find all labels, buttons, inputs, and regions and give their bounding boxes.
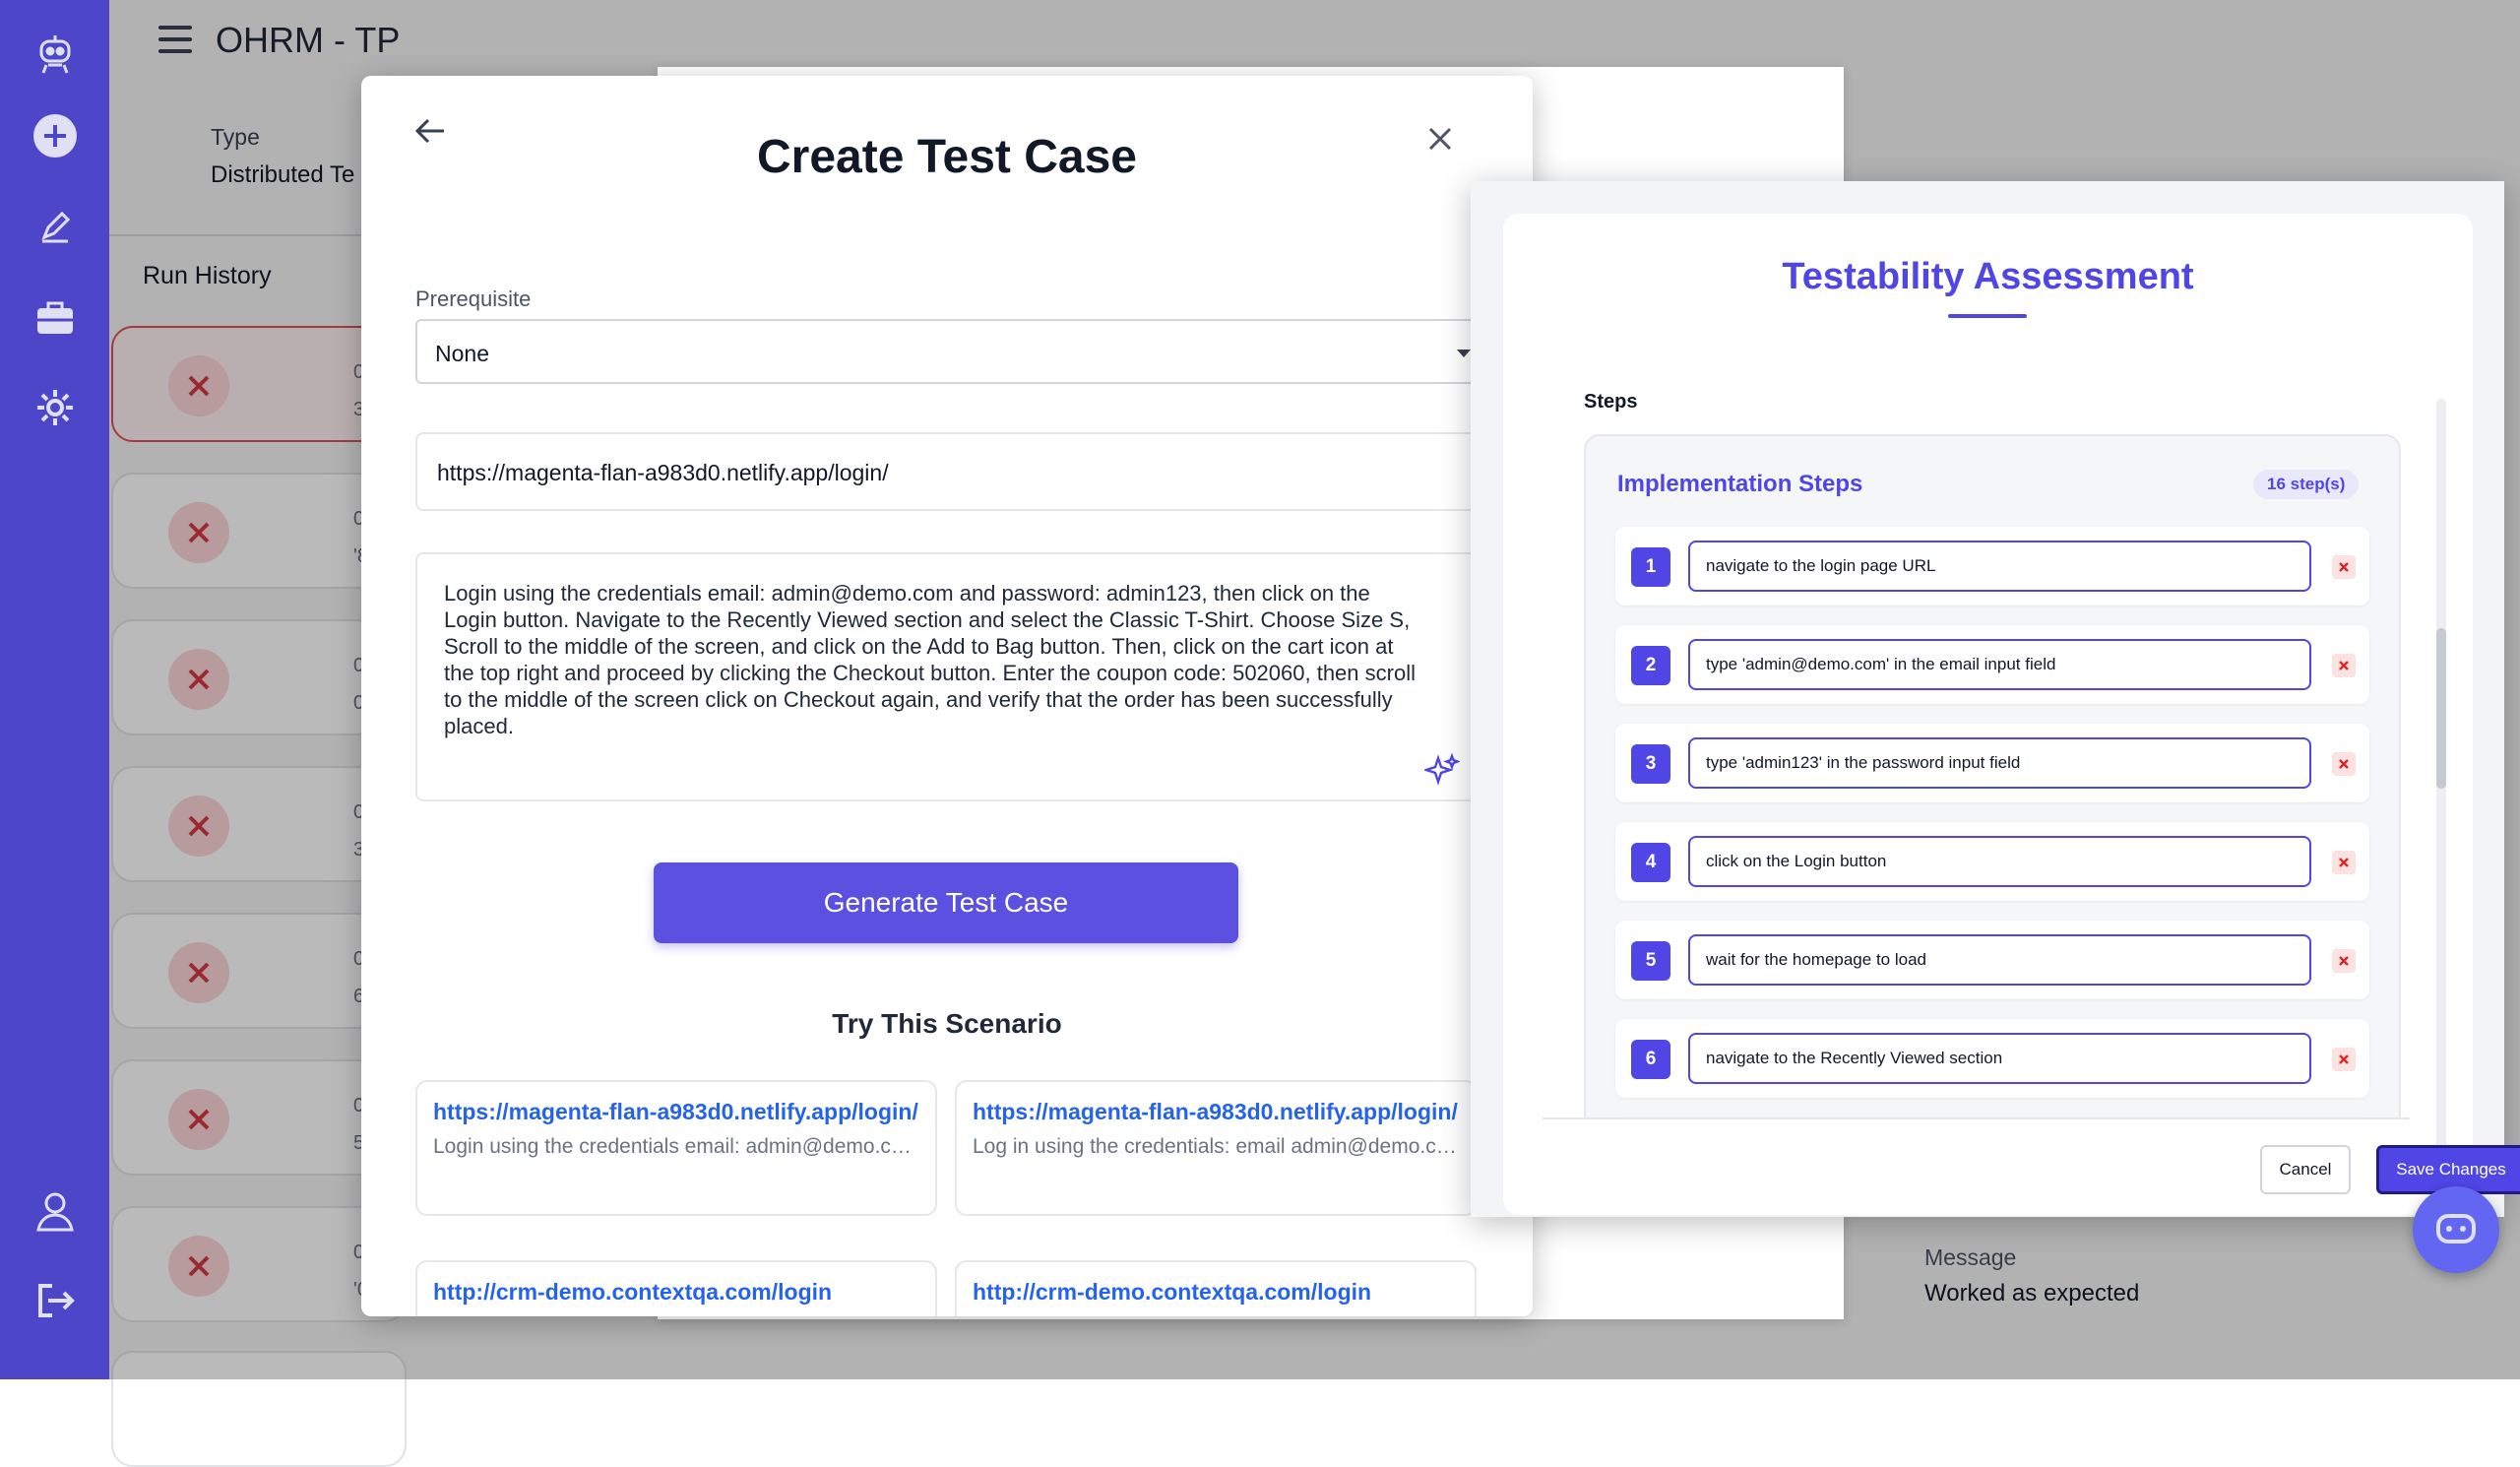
assistant-fab-button[interactable] xyxy=(2413,1186,2499,1273)
edit-icon[interactable] xyxy=(28,199,83,254)
scenario-card[interactable]: http://crm-demo.contextqa.com/login xyxy=(415,1260,937,1316)
sidebar xyxy=(0,0,109,1379)
step-input[interactable]: navigate to the Recently Viewed section xyxy=(1688,1033,2311,1084)
implementation-steps-card: Implementation Steps 16 step(s) 1 naviga… xyxy=(1584,434,2401,1117)
scenario-url: https://magenta-flan-a983d0.netlify.app/… xyxy=(973,1099,1458,1124)
briefcase-icon[interactable] xyxy=(28,289,83,345)
description-text: Login using the credentials email: admin… xyxy=(444,581,1416,738)
cancel-button[interactable]: Cancel xyxy=(2260,1145,2351,1194)
delete-step-icon[interactable] xyxy=(2332,654,2356,677)
footer-divider xyxy=(1543,1117,2409,1119)
add-icon[interactable] xyxy=(28,108,83,163)
step-row: 3 type 'admin123' in the password input … xyxy=(1615,724,2369,802)
step-row: 2 type 'admin@demo.com' in the email inp… xyxy=(1615,625,2369,704)
steps-label: Steps xyxy=(1584,391,1638,413)
step-input[interactable]: navigate to the login page URL xyxy=(1688,541,2311,592)
testability-assessment-modal: Testability Assessment Steps Implementat… xyxy=(1471,181,2520,1217)
step-number: 1 xyxy=(1631,547,1670,587)
prerequisite-select[interactable]: None xyxy=(415,319,1498,384)
close-icon[interactable] xyxy=(1424,123,1456,155)
step-number: 5 xyxy=(1631,941,1670,981)
prerequisite-label: Prerequisite xyxy=(415,287,532,311)
scrollbar[interactable] xyxy=(2436,399,2446,1206)
step-count-badge: 16 step(s) xyxy=(2253,470,2360,499)
step-input[interactable]: type 'admin123' in the password input fi… xyxy=(1688,737,2311,789)
create-test-case-modal: Create Test Case Prerequisite None https… xyxy=(361,76,1533,1316)
step-row: 6 navigate to the Recently Viewed sectio… xyxy=(1615,1019,2369,1098)
robot-assistant-icon xyxy=(2436,1214,2476,1244)
logout-icon[interactable] xyxy=(28,1273,83,1328)
scrollbar-thumb[interactable] xyxy=(2436,628,2446,789)
prerequisite-value: None xyxy=(435,341,489,366)
scenario-card[interactable]: http://crm-demo.contextqa.com/login xyxy=(955,1260,1477,1316)
chevron-down-icon xyxy=(1457,350,1471,357)
step-row: 1 navigate to the login page URL xyxy=(1615,527,2369,606)
step-number: 4 xyxy=(1631,843,1670,882)
steps-scroll-area[interactable]: Steps Implementation Steps 16 step(s) 1 … xyxy=(1544,361,2421,1117)
scenario-url: https://magenta-flan-a983d0.netlify.app/… xyxy=(433,1099,918,1124)
description-textarea[interactable]: Login using the credentials email: admin… xyxy=(415,552,1498,801)
delete-step-icon[interactable] xyxy=(2332,851,2356,874)
step-row: 4 click on the Login button xyxy=(1615,822,2369,901)
implementation-steps-title: Implementation Steps xyxy=(1617,471,1863,497)
assessment-title: Testability Assessment xyxy=(1782,256,2194,297)
user-profile-icon[interactable] xyxy=(28,1183,83,1239)
step-input[interactable]: type 'admin@demo.com' in the email input… xyxy=(1688,639,2311,690)
delete-step-icon[interactable] xyxy=(2332,555,2356,579)
title-underline xyxy=(1948,314,2027,318)
delete-step-icon[interactable] xyxy=(2332,752,2356,776)
step-input[interactable]: wait for the homepage to load xyxy=(1688,934,2311,986)
step-row: 5 wait for the homepage to load xyxy=(1615,921,2369,999)
assessment-panel: Testability Assessment Steps Implementat… xyxy=(1503,214,2520,1215)
scenario-url: http://crm-demo.contextqa.com/login xyxy=(433,1279,833,1305)
generate-test-case-button[interactable]: Generate Test Case xyxy=(654,862,1238,943)
scenario-card[interactable]: https://magenta-flan-a983d0.netlify.app/… xyxy=(955,1080,1477,1216)
url-input[interactable]: https://magenta-flan-a983d0.netlify.app/… xyxy=(415,432,1498,511)
ai-sparkle-icon[interactable] xyxy=(1422,752,1461,788)
step-number: 2 xyxy=(1631,646,1670,685)
scenario-description: Login using the credentials email: admin… xyxy=(433,1135,919,1158)
modal-title: Create Test Case xyxy=(757,131,1137,183)
scenario-card[interactable]: https://magenta-flan-a983d0.netlify.app/… xyxy=(415,1080,937,1216)
step-input[interactable]: click on the Login button xyxy=(1688,836,2311,887)
scenario-description: Log in using the credentials: email admi… xyxy=(973,1135,1459,1158)
settings-gear-icon[interactable] xyxy=(28,380,83,435)
robot-logo-icon[interactable] xyxy=(28,27,83,82)
step-number: 6 xyxy=(1631,1040,1670,1079)
try-scenario-title: Try This Scenario xyxy=(832,1008,1062,1039)
step-number: 3 xyxy=(1631,744,1670,784)
delete-step-icon[interactable] xyxy=(2332,949,2356,973)
delete-step-icon[interactable] xyxy=(2332,1048,2356,1071)
scenario-url: http://crm-demo.contextqa.com/login xyxy=(973,1279,1372,1305)
